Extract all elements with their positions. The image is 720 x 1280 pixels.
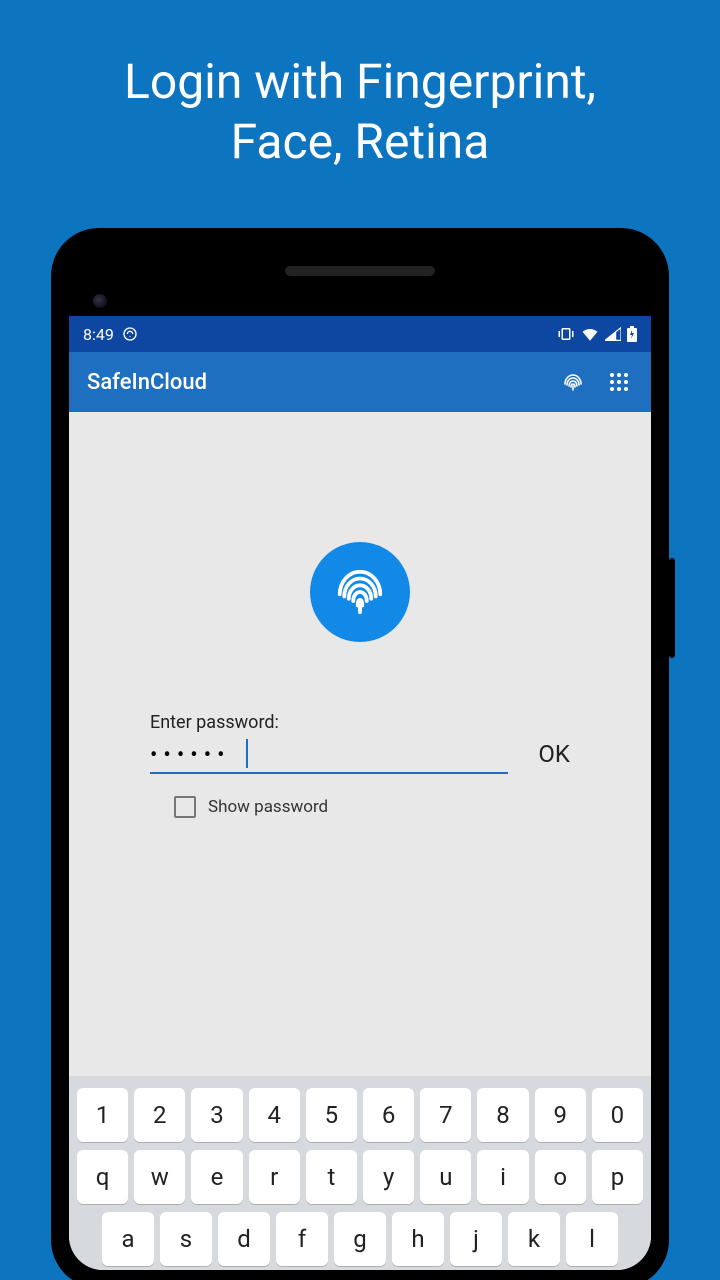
login-content: Enter password: •••••• OK Show password <box>69 412 651 1076</box>
key-5[interactable]: 5 <box>306 1088 357 1142</box>
wifi-icon <box>581 327 599 341</box>
phone-side-button <box>669 558 675 658</box>
phone-screen: 8:49 <box>69 316 651 1270</box>
show-password-checkbox[interactable] <box>174 796 196 818</box>
key-t[interactable]: t <box>306 1150 357 1204</box>
password-input[interactable]: •••••• <box>150 739 508 774</box>
key-o[interactable]: o <box>535 1150 586 1204</box>
key-3[interactable]: 3 <box>191 1088 242 1142</box>
phone-speaker <box>285 266 435 276</box>
key-s[interactable]: s <box>160 1212 212 1266</box>
app-bar: SafeInCloud <box>69 352 651 412</box>
key-0[interactable]: 0 <box>592 1088 643 1142</box>
promo-line2: Face, Retina <box>231 113 490 170</box>
key-q[interactable]: q <box>77 1150 128 1204</box>
key-7[interactable]: 7 <box>420 1088 471 1142</box>
fingerprint-icon[interactable] <box>559 368 587 396</box>
app-title: SafeInCloud <box>87 370 207 395</box>
key-h[interactable]: h <box>392 1212 444 1266</box>
fingerprint-button[interactable] <box>310 542 410 642</box>
phone-frame: 8:49 <box>51 228 669 1280</box>
show-password-label: Show password <box>208 797 328 817</box>
key-p[interactable]: p <box>592 1150 643 1204</box>
status-time: 8:49 <box>83 325 114 344</box>
text-cursor <box>246 739 248 768</box>
key-g[interactable]: g <box>334 1212 386 1266</box>
key-y[interactable]: y <box>363 1150 414 1204</box>
key-4[interactable]: 4 <box>249 1088 300 1142</box>
key-2[interactable]: 2 <box>134 1088 185 1142</box>
key-w[interactable]: w <box>134 1150 185 1204</box>
vibrate-icon <box>557 327 575 341</box>
key-a[interactable]: a <box>102 1212 154 1266</box>
key-i[interactable]: i <box>477 1150 528 1204</box>
soft-keyboard: 1234567890 qwertyuiop asdfghjkl <box>69 1076 651 1270</box>
key-f[interactable]: f <box>276 1212 328 1266</box>
key-1[interactable]: 1 <box>77 1088 128 1142</box>
key-r[interactable]: r <box>249 1150 300 1204</box>
promo-title: Login with Fingerprint, Face, Retina <box>0 0 720 172</box>
key-u[interactable]: u <box>420 1150 471 1204</box>
key-l[interactable]: l <box>566 1212 618 1266</box>
sync-icon <box>122 326 138 342</box>
key-9[interactable]: 9 <box>535 1088 586 1142</box>
keypad-icon[interactable] <box>605 368 633 396</box>
ok-button[interactable]: OK <box>538 740 570 774</box>
battery-icon <box>627 326 637 342</box>
key-8[interactable]: 8 <box>477 1088 528 1142</box>
phone-camera <box>93 294 107 308</box>
key-j[interactable]: j <box>450 1212 502 1266</box>
key-e[interactable]: e <box>191 1150 242 1204</box>
password-label: Enter password: <box>150 712 508 733</box>
key-d[interactable]: d <box>218 1212 270 1266</box>
signal-icon <box>605 327 621 341</box>
status-bar: 8:49 <box>69 316 651 352</box>
promo-line1: Login with Fingerprint, <box>124 53 596 110</box>
key-k[interactable]: k <box>508 1212 560 1266</box>
key-6[interactable]: 6 <box>363 1088 414 1142</box>
